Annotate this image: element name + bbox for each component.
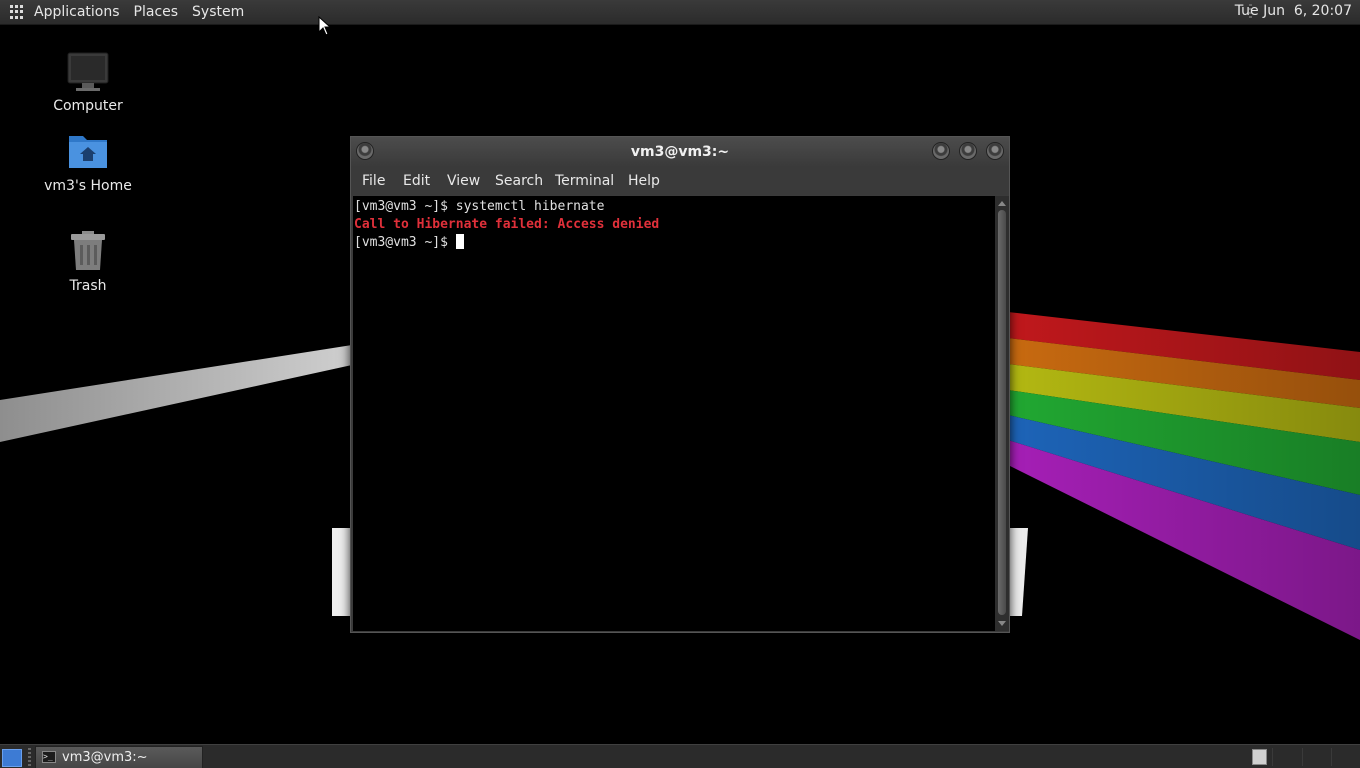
taskbar-item-label: vm3@vm3:~ [62, 750, 148, 765]
desktop-icon-label: Computer [53, 98, 123, 114]
desktop-icon-trash[interactable]: Trash [33, 230, 143, 294]
desktop-icon-computer[interactable]: Computer [33, 50, 143, 114]
menu-applications[interactable]: Applications [34, 4, 120, 20]
terminal-line-error: Call to Hibernate failed: Access denied [354, 217, 660, 232]
workspace-switcher-active[interactable] [1252, 749, 1267, 765]
window-title: vm3@vm3:~ [630, 144, 730, 160]
scroll-thumb[interactable] [998, 210, 1006, 615]
workspace-switcher-cell[interactable] [1331, 748, 1360, 766]
mouse-pointer-icon [318, 16, 330, 36]
scroll-down-arrow-icon[interactable] [998, 621, 1006, 626]
show-desktop-button[interactable] [2, 749, 22, 767]
terminal-output[interactable]: [vm3@vm3 ~]$ systemctl hibernate Call to… [353, 196, 995, 631]
menu-file[interactable]: File [362, 173, 385, 189]
workspace-switcher-cell[interactable] [1272, 748, 1301, 766]
clock[interactable]: Tue Jun 6, 20:07 [1235, 3, 1352, 19]
menu-terminal[interactable]: Terminal [555, 173, 614, 189]
menu-places[interactable]: Places [134, 4, 179, 20]
taskbar-item-terminal[interactable]: >_ vm3@vm3:~ [35, 746, 203, 768]
trash-icon [66, 230, 110, 274]
panel-handle [28, 748, 31, 766]
menu-help[interactable]: Help [628, 173, 660, 189]
scroll-up-arrow-icon[interactable] [998, 201, 1006, 206]
terminal-line-prompt: [vm3@vm3 ~]$ [354, 234, 464, 252]
terminal-window[interactable]: vm3@vm3:~ File Edit View Search Terminal… [350, 136, 1010, 633]
desktop: Applications Places System Tue Jun 6, 20… [0, 0, 1360, 768]
minimize-button[interactable] [932, 142, 950, 160]
terminal-menubar: File Edit View Search Terminal Help [351, 167, 1009, 195]
terminal-icon: >_ [42, 751, 56, 763]
menu-view[interactable]: View [447, 173, 480, 189]
computer-icon [66, 50, 110, 94]
window-titlebar[interactable]: vm3@vm3:~ [351, 137, 1009, 167]
prompt-text: [vm3@vm3 ~]$ [354, 235, 456, 250]
menu-system[interactable]: System [192, 4, 244, 20]
text-cursor [455, 234, 464, 249]
applications-grid-icon[interactable] [10, 5, 24, 19]
workspace-switcher-cell[interactable] [1302, 748, 1331, 766]
top-panel: Applications Places System Tue Jun 6, 20… [0, 0, 1360, 25]
maximize-button[interactable] [959, 142, 977, 160]
close-button[interactable] [986, 142, 1004, 160]
terminal-line-command: [vm3@vm3 ~]$ systemctl hibernate [354, 199, 605, 214]
menu-search[interactable]: Search [495, 173, 543, 189]
home-folder-icon [66, 130, 110, 174]
desktop-icon-label: Trash [69, 278, 107, 294]
desktop-icon-home[interactable]: vm3's Home [33, 130, 143, 194]
terminal-scrollbar[interactable] [995, 196, 1009, 631]
bottom-panel: >_ vm3@vm3:~ [0, 744, 1360, 768]
desktop-icon-label: vm3's Home [44, 178, 132, 194]
menu-edit[interactable]: Edit [403, 173, 430, 189]
